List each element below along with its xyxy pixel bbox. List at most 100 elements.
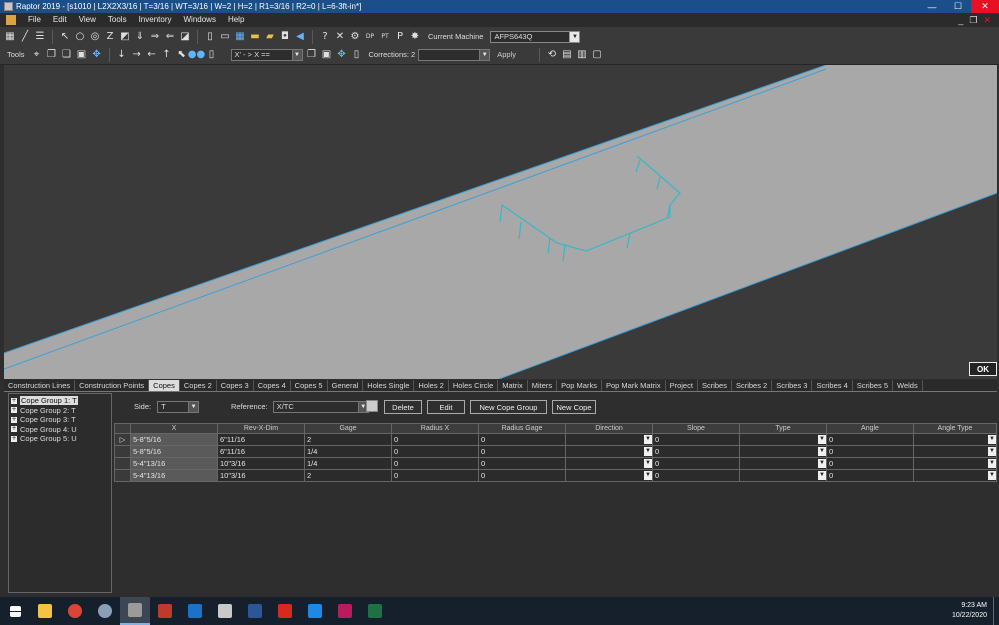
tab-project[interactable]: Project [666,380,698,391]
angle-type-select[interactable]: ▼ [913,445,997,458]
taskbar-app-acrobat[interactable] [270,597,300,625]
circle-icon[interactable]: ○ [74,31,86,43]
table-row[interactable]: ▷ 5-8"5/16 6"11/16 2 0 0 ▼ 0 ▼ 0 ▼ [114,433,997,446]
axis-select[interactable]: X' - > X == ▼ [230,48,303,61]
tab-copes-5[interactable]: Copes 5 [291,380,328,391]
table-cell[interactable]: 0 [391,445,479,458]
taskbar-app-calculator[interactable] [210,597,240,625]
tab-holes-single[interactable]: Holes Single [363,380,415,391]
menu-view[interactable]: View [73,13,102,27]
table-cell[interactable]: 5-4"13/16 [130,469,218,482]
new-cope-group-button[interactable]: New Cope Group [470,400,547,414]
taskbar-app-tool[interactable] [90,597,120,625]
arrow-down-icon[interactable]: ⇓ [134,31,146,43]
drawing-canvas[interactable] [4,65,997,379]
column-header[interactable]: Radius Gage [478,423,566,434]
tree-item-cope-group-2[interactable]: + Cope Group 2: T [11,406,109,416]
chevron-down-icon[interactable]: ▼ [988,471,996,480]
minimize-button[interactable]: — [919,0,945,13]
column-header[interactable]: Type [739,423,827,434]
reference-select[interactable]: X/TC ▼ [272,400,369,413]
chevron-down-icon[interactable]: ▼ [644,435,652,444]
tab-welds[interactable]: Welds [893,380,923,391]
table-cell[interactable]: 6"11/16 [217,445,305,458]
row-header[interactable] [114,469,131,482]
taskbar-app-outlook[interactable] [180,597,210,625]
row-indicator[interactable]: ▷ [114,433,131,446]
select-icon[interactable]: ⬉ [176,49,188,61]
chevron-down-icon[interactable]: ▼ [644,447,652,456]
lines-icon[interactable]: ☰ [34,31,46,43]
target-icon[interactable]: ◎ [89,31,101,43]
chevron-down-icon[interactable]: ▼ [818,447,826,456]
back-icon[interactable]: ◀ [294,31,306,43]
table-cell[interactable]: 0 [391,433,479,446]
question-icon[interactable]: ? [319,31,331,43]
chevron-down-icon[interactable]: ▼ [988,435,996,444]
start-button[interactable] [0,597,30,625]
tab-scribes-4[interactable]: Scribes 4 [812,380,853,391]
tab-scribes-2[interactable]: Scribes 2 [732,380,773,391]
show-desktop-button[interactable] [993,597,999,625]
tab-copes-4[interactable]: Copes 4 [254,380,291,391]
move-icon[interactable]: ✥ [91,49,103,61]
tab-construction-points[interactable]: Construction Points [75,380,150,391]
page2-icon[interactable]: ▯ [351,49,363,61]
ok-button[interactable]: OK [969,362,997,376]
chevron-down-icon[interactable]: ▼ [818,459,826,468]
expand-icon[interactable]: + [11,397,17,404]
tools-icon[interactable]: ✕ [334,31,346,43]
menu-edit[interactable]: Edit [47,13,73,27]
new-icon[interactable]: ▯ [204,31,216,43]
z-icon[interactable]: Z [104,31,116,43]
table-cell[interactable]: 10"3/16 [217,457,305,470]
pointer-icon[interactable]: ↖ [59,31,71,43]
folder-open-icon[interactable]: ▰ [264,31,276,43]
tab-pop-mark-matrix[interactable]: Pop Mark Matrix [602,380,666,391]
row-header[interactable] [114,457,131,470]
table-cell[interactable]: 10"3/16 [217,469,305,482]
expand-icon[interactable]: + [11,435,17,442]
arrow-up-icon[interactable]: ↑ [161,49,173,61]
expand-icon[interactable]: + [11,426,17,433]
grid-icon[interactable]: ▦ [4,31,16,43]
direction-select[interactable]: ▼ [565,433,653,446]
taskbar-app-p[interactable] [330,597,360,625]
expand-icon[interactable]: + [11,416,17,423]
expand-icon[interactable]: + [11,407,17,414]
menu-help[interactable]: Help [222,13,250,27]
table-cell[interactable]: 0 [652,445,740,458]
table-cell[interactable]: 0 [826,469,914,482]
toggle-icon[interactable]: ●● [188,49,205,61]
chevron-down-icon[interactable]: ▼ [818,471,826,480]
document-icon[interactable] [6,15,16,25]
tab-holes-2[interactable]: Holes 2 [414,380,449,391]
column-header[interactable]: Direction [565,423,653,434]
column-header[interactable]: Angle Type [913,423,997,434]
tab-scribes-5[interactable]: Scribes 5 [853,380,894,391]
arrow-left-icon[interactable]: ← [146,49,158,61]
stack-icon[interactable]: ▣ [76,49,88,61]
move2-icon[interactable]: ✥ [336,49,348,61]
tab-scribes-3[interactable]: Scribes 3 [772,380,813,391]
rotate-icon[interactable]: ⟲ [546,49,558,61]
taskbar-app-word[interactable] [240,597,270,625]
table-row[interactable]: 5-8"5/16 6"11/16 1/4 0 0 ▼ 0 ▼ 0 ▼ [114,445,997,458]
arrow-left-icon[interactable]: ⇐ [164,31,176,43]
copy-icon[interactable]: ❏ [61,49,73,61]
column-header[interactable]: Slope [652,423,740,434]
table-cell[interactable]: 0 [652,457,740,470]
close-button[interactable]: ✕ [971,0,999,13]
grid-blue-icon[interactable]: ▦ [234,31,246,43]
table-cell[interactable]: 0 [652,433,740,446]
pt-icon[interactable]: PT [379,31,391,43]
new-cope-button[interactable]: New Cope [552,400,596,414]
table-cell[interactable]: 0 [391,457,479,470]
box-icon[interactable]: ◪ [179,31,191,43]
table-cell[interactable]: 2 [304,469,392,482]
tree-item-cope-group-4[interactable]: + Cope Group 4: U [11,425,109,435]
column-header[interactable]: Radius X [391,423,479,434]
tab-pop-marks[interactable]: Pop Marks [557,380,602,391]
save-icon[interactable]: ◘ [279,31,291,43]
table-cell[interactable]: 1/4 [304,457,392,470]
